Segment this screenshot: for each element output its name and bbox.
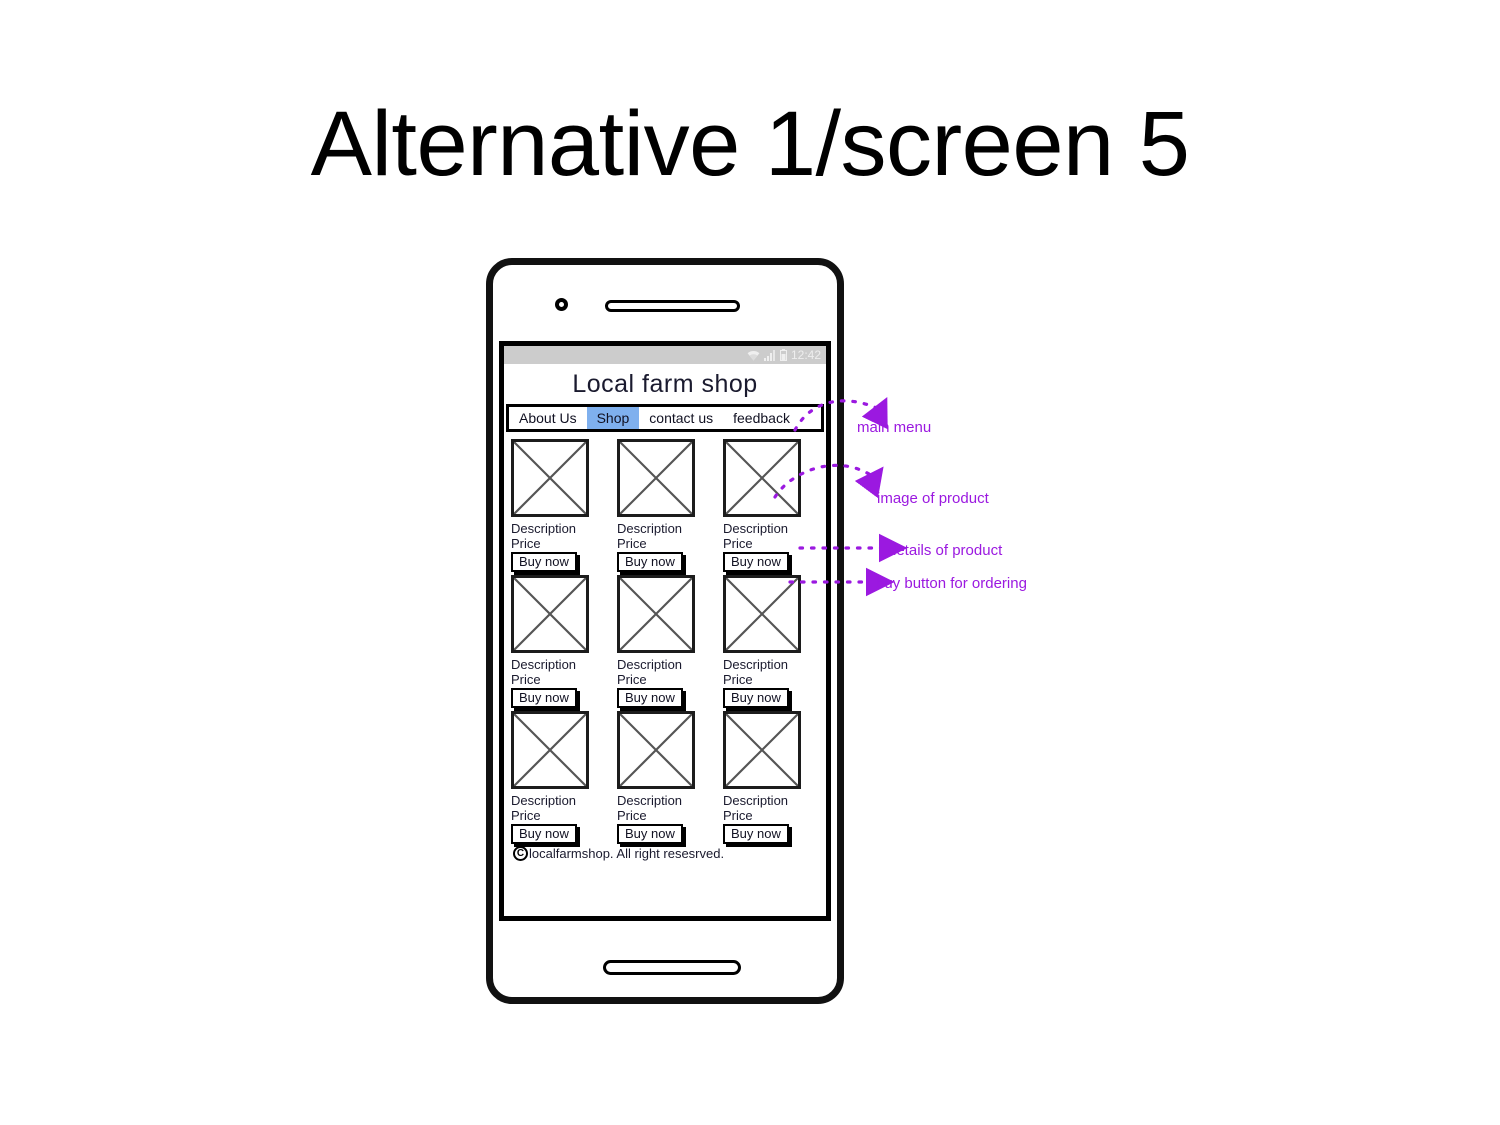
product-image-placeholder-icon[interactable]	[617, 439, 695, 517]
product-description: Description	[617, 793, 683, 808]
product-image-placeholder-icon[interactable]	[511, 711, 589, 789]
product-description: Description	[511, 521, 577, 536]
product-grid: Description Price Buy now Description Pr…	[504, 432, 826, 844]
buy-now-button[interactable]: Buy now	[617, 824, 683, 844]
battery-icon	[779, 349, 787, 361]
wifi-icon	[747, 350, 760, 361]
buy-now-button[interactable]: Buy now	[617, 552, 683, 572]
product-price: Price	[511, 536, 541, 551]
product-price: Price	[511, 808, 541, 823]
buy-now-button[interactable]: Buy now	[511, 552, 577, 572]
product-image-placeholder-icon[interactable]	[723, 439, 801, 517]
product-card: Description Price Buy now	[617, 439, 713, 572]
product-card: Description Price Buy now	[511, 575, 607, 708]
product-price: Price	[511, 672, 541, 687]
buy-now-button[interactable]: Buy now	[511, 688, 577, 708]
annotation-label-main-menu: main menu	[857, 419, 932, 436]
product-image-placeholder-icon[interactable]	[511, 439, 589, 517]
product-price: Price	[617, 808, 647, 823]
product-image-placeholder-icon[interactable]	[723, 575, 801, 653]
phone-mockup: 12:42 Local farm shop About Us Shop cont…	[486, 258, 844, 1004]
product-image-placeholder-icon[interactable]	[617, 575, 695, 653]
main-menu-navbar: About Us Shop contact us feedback	[506, 404, 824, 432]
product-card: Description Price Buy now	[617, 575, 713, 708]
product-price: Price	[617, 536, 647, 551]
front-camera-icon	[555, 298, 568, 311]
product-image-placeholder-icon[interactable]	[511, 575, 589, 653]
buy-now-button[interactable]: Buy now	[723, 824, 789, 844]
home-button[interactable]	[603, 960, 741, 975]
product-description: Description	[617, 657, 683, 672]
product-card: Description Price Buy now	[723, 439, 819, 572]
nav-tab-contact-us[interactable]: contact us	[639, 407, 724, 429]
status-bar-clock: 12:42	[790, 348, 821, 362]
buy-now-button[interactable]: Buy now	[617, 688, 683, 708]
buy-now-button[interactable]: Buy now	[723, 552, 789, 572]
signal-bars-icon	[763, 349, 776, 361]
product-description: Description	[617, 521, 683, 536]
product-description: Description	[723, 521, 789, 536]
product-description: Description	[511, 657, 577, 672]
phone-screen: 12:42 Local farm shop About Us Shop cont…	[499, 341, 831, 921]
product-price: Price	[617, 672, 647, 687]
product-card: Description Price Buy now	[511, 711, 607, 844]
annotation-label-buy-button: buy button for ordering	[876, 575, 1027, 592]
buy-now-button[interactable]: Buy now	[511, 824, 577, 844]
product-image-placeholder-icon[interactable]	[617, 711, 695, 789]
product-price: Price	[723, 672, 753, 687]
product-card: Description Price Buy now	[723, 711, 819, 844]
product-image-placeholder-icon[interactable]	[723, 711, 801, 789]
earpiece-speaker-icon	[605, 300, 740, 312]
copyright-icon: C	[513, 846, 528, 861]
product-card: Description Price Buy now	[511, 439, 607, 572]
annotation-label-details-of-product: details of product	[888, 542, 1003, 559]
product-card: Description Price Buy now	[723, 575, 819, 708]
status-bar: 12:42	[504, 346, 826, 364]
app-title: Local farm shop	[572, 370, 758, 398]
product-description: Description	[511, 793, 577, 808]
footer-copyright: C localfarmshop. All right resesrved.	[504, 844, 826, 861]
product-card: Description Price Buy now	[617, 711, 713, 844]
product-price: Price	[723, 536, 753, 551]
product-description: Description	[723, 793, 789, 808]
product-description: Description	[723, 657, 789, 672]
buy-now-button[interactable]: Buy now	[723, 688, 789, 708]
page-title: Alternative 1/screen 5	[310, 93, 1190, 195]
annotation-label-image-of-product: image of product	[877, 490, 989, 507]
footer-text: localfarmshop. All right resesrved.	[529, 846, 725, 861]
nav-tab-feedback[interactable]: feedback	[723, 407, 800, 429]
product-price: Price	[723, 808, 753, 823]
nav-tab-about-us[interactable]: About Us	[509, 407, 587, 429]
nav-tab-shop[interactable]: Shop	[586, 407, 640, 429]
